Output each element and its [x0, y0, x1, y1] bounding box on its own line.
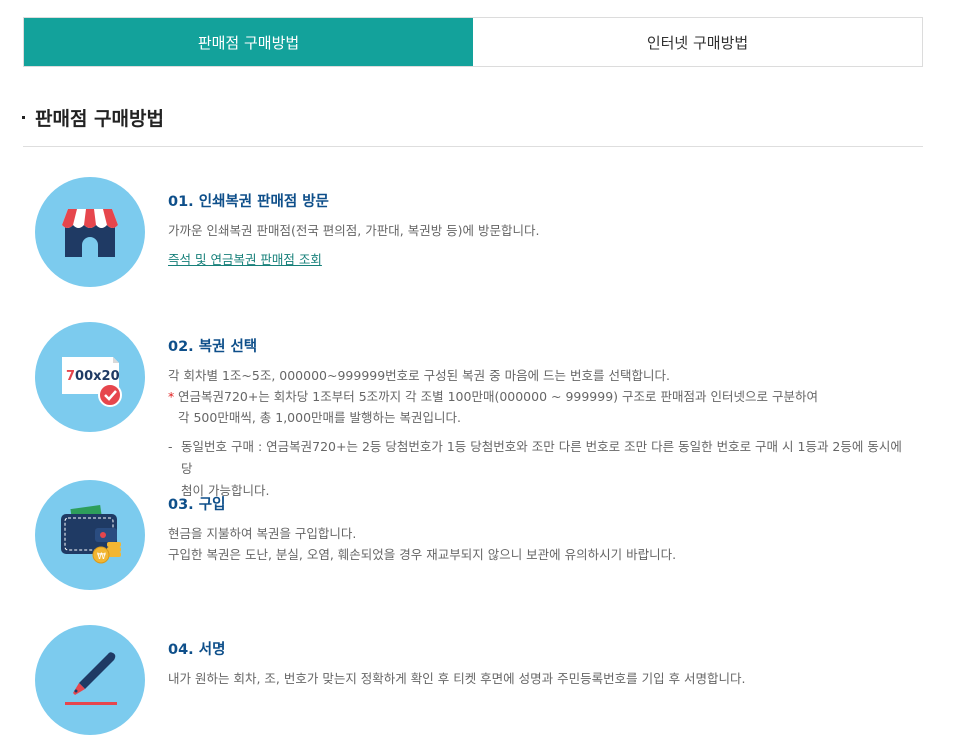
- step-2-title: 02. 복권 선택: [168, 339, 258, 355]
- step-4-description: 내가 원하는 회차, 조, 번호가 맞는지 정확하게 확인 후 티켓 후면에 성…: [168, 671, 746, 686]
- ticket-icon: 700x20: [62, 357, 122, 407]
- divider: [23, 146, 923, 147]
- step-4-content: 04. 서명 내가 원하는 회차, 조, 번호가 맞는지 정확하게 확인 후 티…: [168, 625, 908, 689]
- step-2-icon-circle: 700x20: [35, 322, 145, 432]
- svg-text:700x20: 700x20: [66, 369, 120, 384]
- step-3-description: 현금을 지불하여 복권을 구입합니다.: [168, 526, 357, 541]
- step-1-description: 가까운 인쇄복권 판매점(전국 편의점, 가판대, 복권방 등)에 방문합니다.: [168, 223, 540, 238]
- step-2-description: 각 회차별 1조~5조, 000000~999999번호로 구성된 복권 중 마…: [168, 368, 670, 383]
- asterisk: *: [168, 389, 175, 404]
- step-2-content: 02. 복권 선택 각 회차별 1조~5조, 000000~999999번호로 …: [168, 322, 908, 502]
- section-title: 판매점 구매방법: [22, 104, 164, 131]
- step-2-note: * 연금복권720+는 회차당 1조부터 5조까지 각 조별 100만매(000…: [168, 386, 908, 428]
- tab-bar: 판매점 구매방법 인터넷 구매방법: [23, 17, 923, 67]
- step-4-title: 04. 서명: [168, 642, 226, 658]
- step-2-same-number-line-1: 동일번호 구매 : 연금복권720+는 2등 당첨번호가 1등 당첨번호와 조만…: [181, 439, 902, 476]
- step-2-note-line-2: 각 500만매씩, 총 1,000만매를 발행하는 복권입니다.: [178, 410, 461, 425]
- step-3-title: 03. 구입: [168, 497, 226, 513]
- wallet-icon: ₩: [61, 504, 121, 564]
- bullet-dot: [22, 116, 25, 119]
- step-4-icon-circle: [35, 625, 145, 735]
- step-3-description-2: 구입한 복권은 도난, 분실, 오염, 훼손되었을 경우 재교부되지 않으니 보…: [168, 547, 677, 562]
- step-1-content: 01. 인쇄복권 판매점 방문 가까운 인쇄복권 판매점(전국 편의점, 가판대…: [168, 177, 908, 268]
- store-lookup-link[interactable]: 즉석 및 연금복권 판매점 조회: [168, 249, 322, 268]
- store-icon: [62, 209, 118, 257]
- step-3-content: 03. 구입 현금을 지불하여 복권을 구입합니다. 구입한 복권은 도난, 분…: [168, 480, 908, 565]
- section-title-text: 판매점 구매방법: [35, 108, 164, 130]
- step-2-note-line-1: 연금복권720+는 회차당 1조부터 5조까지 각 조별 100만매(00000…: [178, 389, 818, 404]
- step-3-icon-circle: ₩: [35, 480, 145, 590]
- svg-text:₩: ₩: [97, 552, 106, 562]
- tab-internet-purchase[interactable]: 인터넷 구매방법: [473, 18, 922, 66]
- step-1-icon-circle: [35, 177, 145, 287]
- step-1-title: 01. 인쇄복권 판매점 방문: [168, 194, 329, 210]
- tab-store-purchase[interactable]: 판매점 구매방법: [24, 18, 473, 66]
- pen-icon: [65, 652, 117, 705]
- dash-bullet: -: [168, 439, 173, 454]
